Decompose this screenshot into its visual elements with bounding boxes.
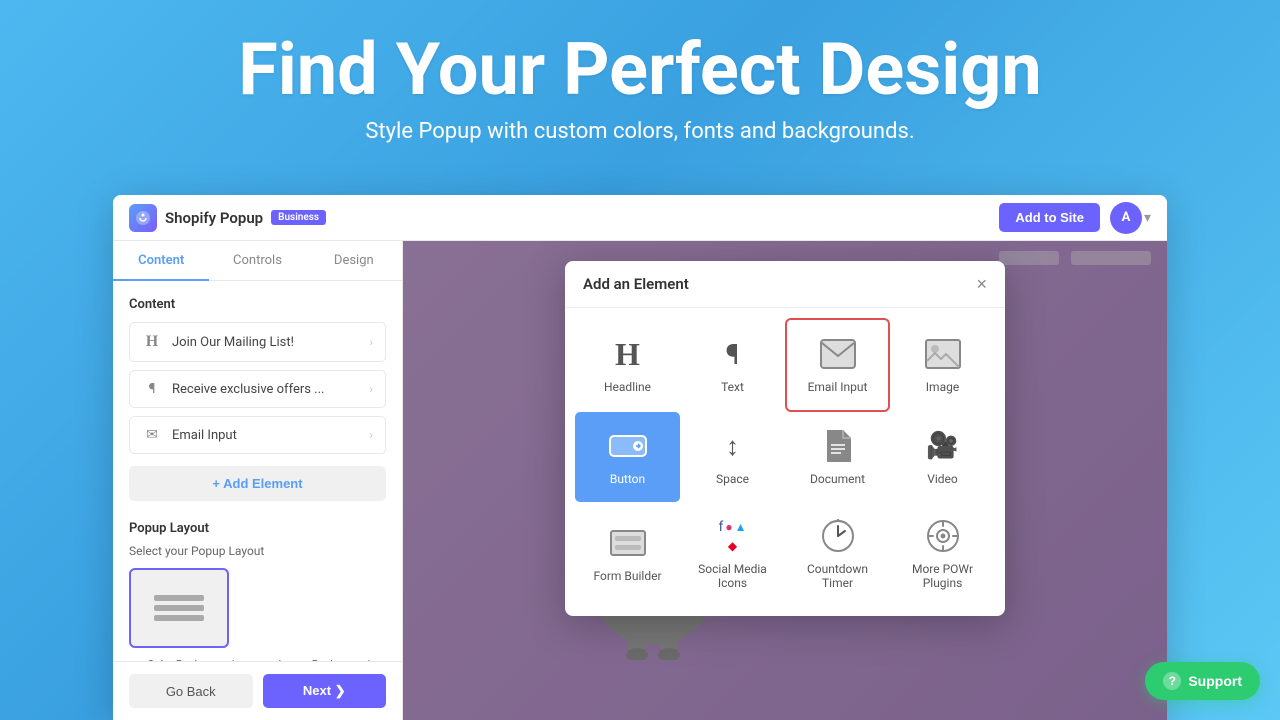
modal-item-text[interactable]: ¶ Text [680, 318, 785, 412]
layout-option-selected[interactable] [129, 568, 229, 648]
list-item[interactable]: ¶ Receive exclusive offers ... › [129, 370, 386, 408]
modal-item-email[interactable]: Email Input [785, 318, 890, 412]
main-content: Content Controls Design Content H Join O… [113, 241, 1167, 720]
countdown-icon [818, 518, 858, 554]
business-badge: Business [271, 210, 326, 225]
modal-item-label: Document [810, 472, 865, 486]
modal-title: Add an Element [583, 275, 689, 293]
chevron-right-icon: › [369, 382, 373, 396]
avatar[interactable]: A [1110, 202, 1142, 234]
tab-controls[interactable]: Controls [209, 241, 305, 280]
chevron-down-icon[interactable]: ▾ [1144, 209, 1151, 226]
modal-item-label: Email Input [808, 380, 868, 394]
hero-title: Find Your Perfect Design [20, 30, 1260, 109]
popup-layout-section: Popup Layout Select your Popup Layout [129, 521, 386, 661]
social-icons-icon: f ● ▲ ◆ [715, 518, 751, 554]
modal-item-label: Space [716, 472, 749, 486]
email-envelope-icon [818, 336, 858, 372]
sidebar-footer: Go Back Next ❯ [113, 661, 402, 720]
chevron-right-icon: › [369, 335, 373, 349]
chevron-right-icon: › [369, 428, 373, 442]
modal-item-label: Image [926, 380, 959, 394]
modal-header: Add an Element × [565, 261, 1005, 308]
top-bar: Shopify Popup Business Add to Site A ▾ [113, 195, 1167, 241]
modal-item-social[interactable]: f ● ▲ ◆ Social Media Icons [680, 502, 785, 606]
add-element-button[interactable]: + Add Element [129, 466, 386, 501]
modal-item-label: Form Builder [593, 569, 661, 583]
modal-item-form[interactable]: Form Builder [575, 502, 680, 606]
app-window: Shopify Popup Business Add to Site A ▾ C… [113, 195, 1167, 720]
content-item-label: Receive exclusive offers ... [172, 382, 369, 397]
space-icon: ↕ [713, 428, 753, 464]
preview-area: ✕ ist! ht to your [403, 241, 1167, 720]
support-label: Support [1188, 673, 1242, 689]
video-icon: 🎥 [923, 428, 963, 464]
modal-overlay[interactable]: Add an Element × H Headline ¶ Text [403, 241, 1167, 720]
modal-item-plugins[interactable]: More POWr Plugins [890, 502, 995, 606]
modal-item-label: Video [927, 472, 958, 486]
content-section-label: Content [129, 297, 386, 312]
form-builder-icon [608, 525, 648, 561]
next-button[interactable]: Next ❯ [263, 674, 387, 708]
modal-item-label: Button [610, 472, 645, 486]
modal-item-button[interactable]: Button [575, 412, 680, 502]
support-icon: ? [1163, 672, 1181, 690]
popup-layout-label: Popup Layout [129, 521, 386, 536]
modal-item-label: Countdown Timer [795, 562, 880, 590]
document-icon [818, 428, 858, 464]
support-button[interactable]: ? Support [1145, 662, 1260, 700]
content-item-label: Email Input [172, 428, 369, 443]
modal-close-button[interactable]: × [976, 275, 987, 293]
plugins-icon [923, 518, 963, 554]
modal-item-document[interactable]: Document [785, 412, 890, 502]
tab-content[interactable]: Content [113, 241, 209, 280]
text-pilcrow-icon: ¶ [713, 336, 753, 372]
modal-item-label: Text [721, 380, 744, 394]
image-icon [923, 336, 963, 372]
list-item[interactable]: H Join Our Mailing List! › [129, 322, 386, 362]
modal-item-headline[interactable]: H Headline [575, 318, 680, 412]
hero-section: Find Your Perfect Design Style Popup wit… [0, 0, 1280, 164]
sidebar: Content Controls Design Content H Join O… [113, 241, 403, 720]
select-popup-label: Select your Popup Layout [129, 544, 386, 558]
modal-item-video[interactable]: 🎥 Video [890, 412, 995, 502]
tab-bar: Content Controls Design [113, 241, 402, 281]
button-icon [608, 428, 648, 464]
modal-item-label: Headline [604, 380, 651, 394]
add-element-modal: Add an Element × H Headline ¶ Text [565, 261, 1005, 616]
email-icon: ✉ [142, 427, 162, 443]
modal-item-label: More POWr Plugins [900, 562, 985, 590]
sidebar-body: Content H Join Our Mailing List! › ¶ Rec… [113, 281, 402, 661]
headline-icon: H [142, 333, 162, 351]
modal-item-label: Social Media Icons [690, 562, 775, 590]
modal-item-countdown[interactable]: Countdown Timer [785, 502, 890, 606]
modal-item-image[interactable]: Image [890, 318, 995, 412]
hero-subtitle: Style Popup with custom colors, fonts an… [20, 119, 1260, 144]
app-name: Shopify Popup [165, 209, 263, 227]
text-icon: ¶ [142, 381, 162, 397]
add-to-site-button[interactable]: Add to Site [999, 203, 1100, 232]
app-logo [129, 204, 157, 232]
headline-icon: H [608, 336, 648, 372]
tab-design[interactable]: Design [306, 241, 402, 280]
modal-item-space[interactable]: ↕ Space [680, 412, 785, 502]
go-back-button[interactable]: Go Back [129, 674, 253, 708]
modal-grid: H Headline ¶ Text [565, 308, 1005, 616]
list-item[interactable]: ✉ Email Input › [129, 416, 386, 454]
content-item-label: Join Our Mailing List! [172, 335, 369, 350]
